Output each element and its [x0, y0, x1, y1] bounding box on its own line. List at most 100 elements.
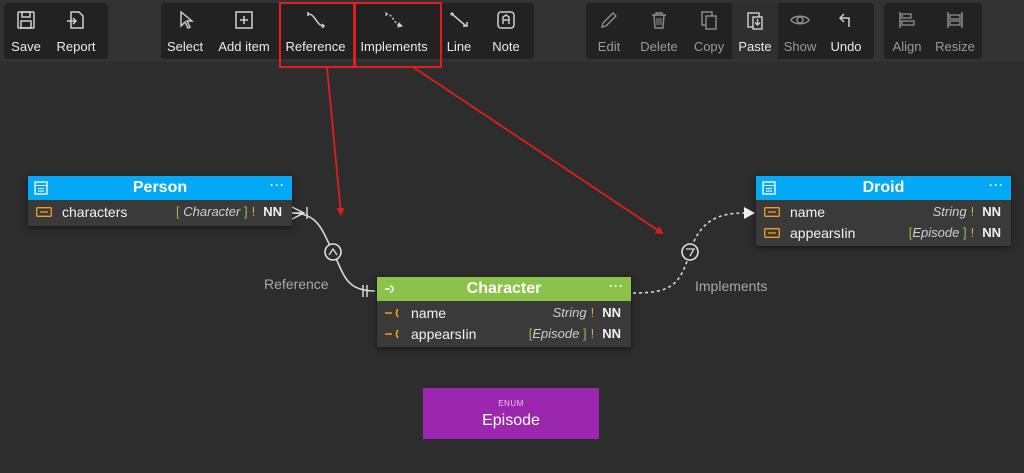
table-row[interactable]: appearsIin [Episode ] ! NN	[377, 323, 631, 344]
field-nn: NN	[982, 225, 1001, 240]
note-icon	[497, 11, 515, 29]
copy-label: Copy	[693, 39, 725, 54]
more-menu-icon[interactable]: ···	[270, 178, 285, 192]
character-table-title: Character	[466, 280, 542, 297]
implements-icon	[385, 12, 403, 28]
line-icon	[450, 12, 468, 27]
person-table[interactable]: Person ··· characters [ Character ] ! NN	[28, 176, 292, 226]
episode-enum[interactable]: ENUM Episode	[423, 388, 599, 439]
table-row[interactable]: name String ! NN	[377, 302, 631, 323]
line-button[interactable]: Line	[436, 3, 482, 59]
show-label: Show	[783, 39, 817, 54]
edit-icon	[601, 12, 617, 28]
type-table-icon	[762, 181, 776, 195]
field-name: characters	[62, 203, 128, 220]
more-menu-icon[interactable]: ···	[989, 178, 1004, 192]
undo-label: Undo	[830, 39, 862, 54]
implements-connector-label: Implements	[695, 278, 768, 294]
table-row[interactable]: appearsIin [Episode ] ! NN	[756, 222, 1011, 243]
field-name: name	[411, 304, 447, 321]
undo-icon	[838, 13, 850, 27]
paste-button[interactable]: Paste	[732, 3, 778, 59]
table-row[interactable]: name String ! NN	[756, 201, 1011, 222]
reference-connector-label: Reference	[264, 276, 329, 292]
paste-icon	[747, 12, 763, 30]
delete-icon	[652, 12, 666, 29]
delete-button[interactable]: Delete	[632, 3, 686, 59]
reference-button[interactable]: Reference	[279, 3, 352, 59]
field-required-mark: !	[590, 326, 595, 341]
toolbar-group-layout: Align Resize	[884, 3, 982, 59]
field-nn: NN	[602, 326, 621, 341]
resize-icon	[947, 12, 963, 28]
field-required-mark: !	[970, 225, 975, 240]
add-item-button[interactable]: Add item	[209, 3, 279, 59]
add-item-label: Add item	[218, 39, 270, 54]
field-type: String	[932, 204, 967, 219]
line-label: Line	[446, 39, 472, 54]
character-table-header[interactable]: Character ···	[377, 277, 631, 301]
field-nn: NN	[982, 204, 1001, 219]
interface-field-icon	[385, 307, 399, 318]
field-name: appearsIin	[790, 224, 856, 241]
edit-label: Edit	[597, 39, 621, 54]
type-table-icon	[34, 181, 48, 195]
toolbar-group-edit: Edit Delete Copy Paste Show Undo	[586, 3, 874, 59]
enum-name: Episode	[482, 412, 540, 429]
person-table-header[interactable]: Person ···	[28, 176, 292, 200]
field-type: [Episode ]	[528, 326, 587, 341]
select-label: Select	[166, 39, 204, 54]
add-item-icon	[235, 11, 253, 29]
save-button[interactable]: Save	[4, 3, 48, 59]
align-label: Align	[892, 39, 922, 54]
toolbar-group-file: Save Report	[4, 3, 108, 59]
report-button[interactable]: Report	[48, 3, 104, 59]
field-nn: NN	[263, 204, 282, 219]
save-label: Save	[11, 39, 41, 54]
reference-label: Reference	[285, 39, 346, 54]
interface-icon	[385, 285, 394, 293]
toolbar-group-insert: Select Add item Reference Implements Lin…	[161, 3, 534, 59]
align-button[interactable]: Align	[884, 3, 930, 59]
field-link-icon	[36, 206, 52, 217]
field-required-mark: !	[970, 204, 975, 219]
field-name: name	[790, 203, 826, 220]
align-icon	[899, 12, 915, 28]
enum-tag: ENUM	[498, 399, 524, 408]
resize-label: Resize	[935, 39, 975, 54]
save-icon	[17, 11, 35, 29]
note-button[interactable]: Note	[482, 3, 530, 59]
table-row[interactable]: characters [ Character ] ! NN	[28, 201, 292, 222]
person-table-title: Person	[132, 179, 188, 196]
show-button[interactable]: Show	[778, 3, 822, 59]
field-required-mark: !	[590, 305, 595, 320]
field-type: [ Character ]	[176, 204, 248, 219]
implements-label: Implements	[360, 39, 428, 54]
reference-icon	[306, 12, 325, 29]
character-table[interactable]: Character ··· name String ! NN appearsIi…	[377, 277, 631, 347]
field-type-name: Episode	[532, 326, 580, 341]
report-label: Report	[56, 39, 96, 54]
edit-button[interactable]: Edit	[586, 3, 632, 59]
copy-icon	[701, 11, 717, 30]
field-type-name: Character	[183, 204, 241, 219]
field-type-name: Episode	[912, 225, 960, 240]
field-type: [Episode ]	[908, 225, 967, 240]
field-required-mark: !	[251, 204, 256, 219]
select-icon	[180, 10, 194, 29]
interface-field-icon	[385, 328, 399, 339]
toolbar: Save Report Select Add item Reference Im…	[0, 0, 1024, 62]
select-button[interactable]: Select	[161, 3, 209, 59]
show-icon	[790, 15, 810, 25]
droid-table-header[interactable]: Droid ···	[756, 176, 1011, 200]
resize-button[interactable]: Resize	[930, 3, 980, 59]
droid-table[interactable]: Droid ··· name String ! NN appearsIin [E…	[756, 176, 1011, 246]
field-link-icon	[764, 227, 780, 238]
implements-button[interactable]: Implements	[352, 3, 436, 59]
more-menu-icon[interactable]: ···	[609, 279, 624, 293]
report-icon	[67, 11, 84, 29]
undo-button[interactable]: Undo	[822, 3, 870, 59]
field-nn: NN	[602, 305, 621, 320]
copy-button[interactable]: Copy	[686, 3, 732, 59]
delete-label: Delete	[640, 39, 678, 54]
